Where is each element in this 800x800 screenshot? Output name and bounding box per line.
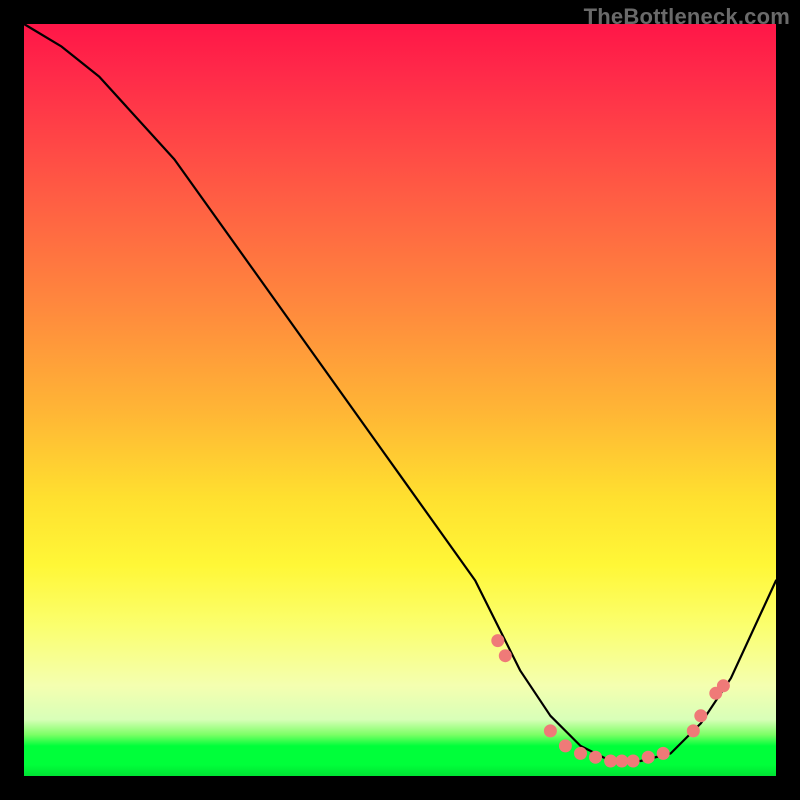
marker-dot	[642, 751, 654, 763]
marker-dot	[544, 725, 556, 737]
marker-dot	[627, 755, 639, 767]
marker-dot	[695, 710, 707, 722]
marker-dot	[616, 755, 628, 767]
marker-dot	[499, 650, 511, 662]
marker-dot	[492, 635, 504, 647]
marker-dot	[717, 680, 729, 692]
marker-dot	[590, 751, 602, 763]
bottleneck-curve	[24, 24, 776, 761]
marker-dot	[559, 740, 571, 752]
plot-area	[24, 24, 776, 776]
highlighted-points	[492, 635, 730, 767]
chart-frame: TheBottleneck.com	[0, 0, 800, 800]
marker-dot	[605, 755, 617, 767]
marker-dot	[657, 747, 669, 759]
marker-dot	[575, 747, 587, 759]
watermark-text: TheBottleneck.com	[584, 4, 790, 30]
curve-layer	[24, 24, 776, 776]
marker-dot	[687, 725, 699, 737]
